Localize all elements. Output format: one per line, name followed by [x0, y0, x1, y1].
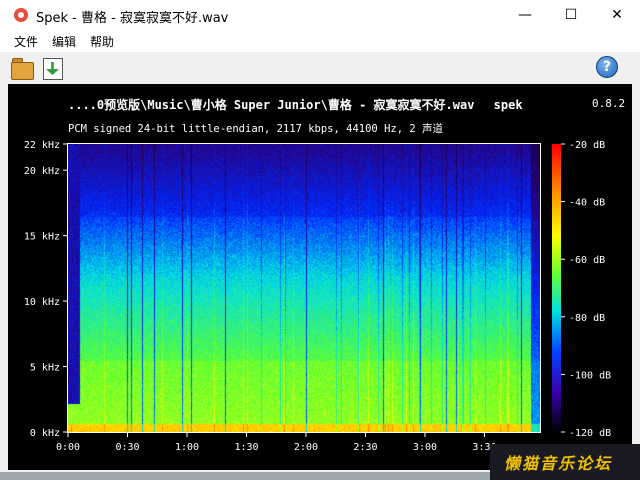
help-button[interactable]: ? [596, 56, 618, 78]
y-tick-label-4: 20 kHz [24, 166, 60, 177]
plot-frame [67, 143, 541, 433]
colorbar-label-0: -20 dB [569, 140, 605, 151]
window-title: Spek - 曹格 - 寂寞寂寞不好.wav [36, 11, 229, 26]
watermark-text: 懒猫音乐论坛 [504, 454, 613, 473]
colorbar-label-4: -100 dB [569, 370, 611, 381]
title-bar[interactable]: Spek - 曹格 - 寂寞寂寞不好.wav — ☐ ✕ [0, 0, 640, 30]
y-tick-label-2: 10 kHz [24, 297, 60, 308]
colorbar-label-2: -60 dB [569, 255, 605, 266]
toolbar [0, 52, 640, 84]
colorbar-label-3: -80 dB [569, 313, 605, 324]
minimize-button[interactable]: — [502, 0, 548, 30]
x-tick-label-2: 1:00 [175, 442, 199, 453]
y-tick-label-5: 22 kHz [24, 140, 60, 151]
maximize-button[interactable]: ☐ [548, 0, 594, 30]
watermark-logo: 懒猫音乐论坛 [490, 444, 640, 480]
x-tick-label-0: 0:00 [56, 442, 80, 453]
menu-file[interactable]: 文件 [14, 33, 38, 50]
x-tick-label-6: 3:00 [413, 442, 437, 453]
colorbar-label-5: -120 dB [569, 428, 611, 439]
menu-help[interactable]: 帮助 [90, 33, 114, 50]
menu-edit[interactable]: 编辑 [52, 33, 76, 50]
spek-app-icon [14, 8, 28, 22]
colorbar-label-1: -40 dB [569, 198, 605, 209]
help-icon: ? [602, 59, 612, 75]
open-file-button[interactable] [10, 56, 34, 80]
x-tick-label-4: 2:00 [294, 442, 318, 453]
y-tick-label-3: 15 kHz [24, 232, 60, 243]
x-tick-label-3: 1:30 [234, 442, 258, 453]
x-tick-label-5: 2:30 [353, 442, 377, 453]
save-button[interactable] [40, 56, 64, 80]
spectrogram-axes: 0 kHz 5 kHz 10 kHz 15 kHz 20 kHz 22 kHz 0:00 0:… [24, 140, 611, 453]
y-tick-label-0: 0 kHz [30, 428, 60, 439]
x-tick-label-1: 0:30 [115, 442, 139, 453]
menu-bar: 文件 编辑 帮助 [0, 30, 640, 53]
colorbar [552, 144, 561, 432]
close-button[interactable]: ✕ [594, 0, 640, 30]
y-tick-label-1: 5 kHz [30, 363, 60, 374]
spectrogram-panel: ....0预览版\Music\曹小格 Super Junior\曹格 - 寂寞寂… [8, 84, 632, 470]
spek-window: Spek - 曹格 - 寂寞寂寞不好.wav — ☐ ✕ 文件 编辑 帮助 ? … [0, 0, 640, 472]
